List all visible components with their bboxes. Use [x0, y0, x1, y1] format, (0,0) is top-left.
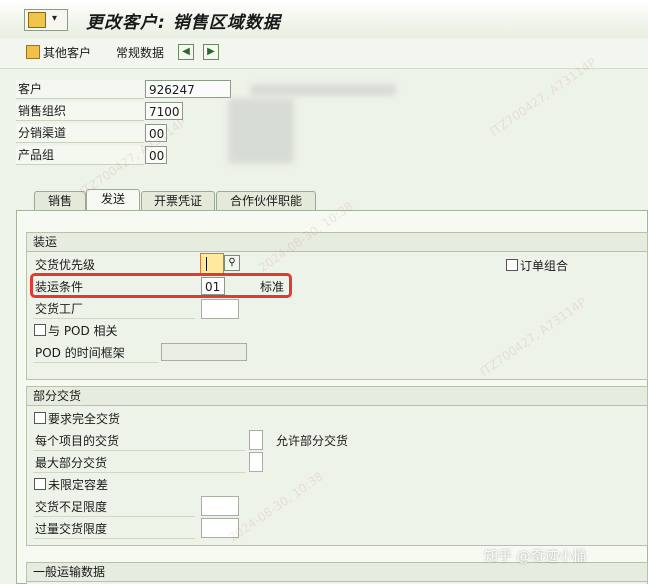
delivering-plant-input[interactable]: [201, 299, 239, 319]
next-icon[interactable]: ▶: [203, 44, 219, 60]
sales-org-label: 销售组织: [16, 102, 144, 121]
tab-billing[interactable]: 开票凭证: [141, 191, 215, 210]
general-data-button[interactable]: 常规数据: [116, 44, 164, 62]
customer-field[interactable]: 926247: [145, 80, 231, 98]
max-partial-deliveries-input[interactable]: [249, 452, 263, 472]
other-customer-button[interactable]: 其他客户: [26, 44, 91, 62]
redacted-descriptions: [228, 98, 294, 164]
system-menu-button[interactable]: ▾: [24, 9, 68, 31]
delivering-plant-label: 交货工厂: [33, 300, 195, 319]
checkbox-icon: [506, 259, 518, 271]
per-item-delivery-label: 每个项目的交货: [33, 432, 245, 451]
pod-timeframe-label: POD 的时间框架: [33, 344, 159, 363]
customer-icon: [26, 45, 40, 59]
underdelivery-tolerance-label: 交货不足限度: [33, 498, 195, 517]
text-cursor: [206, 257, 207, 271]
tab-sales[interactable]: 销售: [34, 191, 86, 210]
search-help-icon[interactable]: ⚲: [224, 255, 240, 271]
complete-delivery-checkbox[interactable]: 要求完全交货: [34, 410, 120, 428]
redacted-customer-name: [250, 84, 396, 96]
pod-timeframe-field: [161, 343, 247, 361]
checkbox-icon: [34, 412, 46, 424]
sap-menu-icon: [28, 12, 46, 28]
dist-channel-label: 分销渠道: [16, 124, 144, 143]
previous-icon[interactable]: ◀: [178, 44, 194, 60]
pod-relevant-checkbox[interactable]: 与 POD 相关: [34, 322, 118, 340]
per-item-delivery-input[interactable]: [249, 430, 263, 450]
tab-partner-functions[interactable]: 合作伙伴职能: [216, 191, 316, 210]
customer-label: 客户: [16, 80, 144, 99]
checkbox-icon: [34, 478, 46, 490]
overdelivery-tolerance-label: 过量交货限度: [33, 520, 195, 539]
window-title: 更改客户: 销售区域数据: [86, 8, 281, 33]
per-item-delivery-text: 允许部分交货: [276, 432, 348, 450]
unlimited-tolerance-checkbox[interactable]: 未限定容差: [34, 476, 108, 494]
chevron-down-icon: ▾: [52, 13, 57, 24]
order-combination-checkbox[interactable]: 订单组合: [506, 258, 568, 274]
delivery-priority-input[interactable]: [200, 253, 224, 275]
underdelivery-tolerance-input[interactable]: [201, 496, 239, 516]
annotation-highlight-box: [30, 273, 292, 298]
app-toolbar: [0, 38, 648, 69]
shipping-group-title: 装运: [27, 233, 647, 252]
checkbox-icon: [34, 324, 46, 336]
partial-delivery-group-title: 部分交货: [27, 387, 647, 406]
site-watermark: 知乎 @奇迹小桶: [484, 546, 586, 566]
max-partial-deliveries-label: 最大部分交货: [33, 454, 245, 473]
